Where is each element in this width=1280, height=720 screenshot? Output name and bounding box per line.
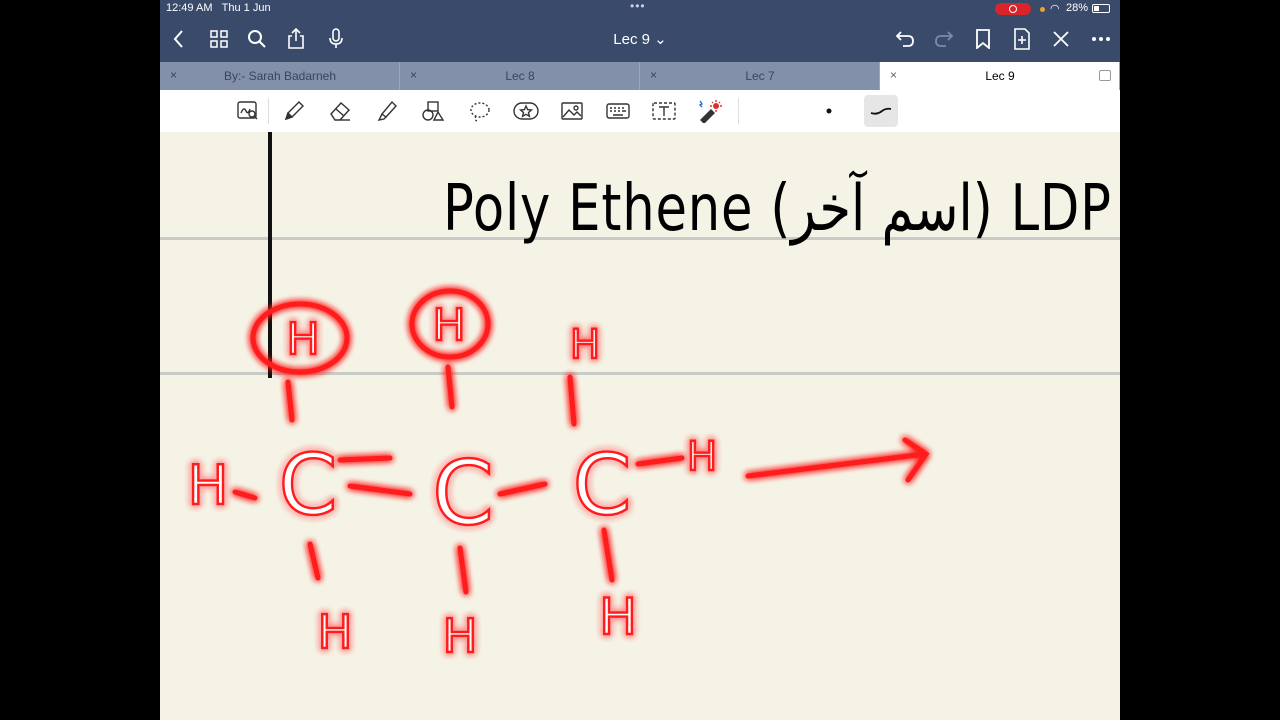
molecule-atom-label: H: [318, 605, 353, 659]
molecule-atom-label: C: [279, 436, 338, 534]
battery-percent: 28%: [1066, 2, 1089, 14]
tab-label: Lec 9: [985, 69, 1015, 83]
bond-line: [307, 541, 321, 581]
molecule-atom-label: C: [573, 436, 632, 534]
molecule-atom-label: H: [599, 588, 637, 646]
note-page[interactable]: Poly Ethene (اسم آخر) LDP H H H H H C C …: [160, 132, 1120, 720]
battery-icon: [1092, 4, 1110, 13]
share-icon[interactable]: [281, 24, 311, 54]
molecule-atom-label: H: [443, 609, 478, 663]
redo-icon[interactable]: [929, 24, 959, 54]
reaction-arrow: [745, 437, 930, 483]
shapes-icon[interactable]: [418, 96, 448, 126]
zoom-window-icon[interactable]: [233, 96, 263, 126]
undo-icon[interactable]: [890, 24, 920, 54]
status-bar: 12:49 AM Thu 1 Jun ••• ◠ 28%: [160, 0, 1120, 18]
multitask-dots[interactable]: •••: [630, 0, 646, 13]
tab-bar: × By:- Sarah Badarneh × Lec 8 × Lec 7 × …: [160, 62, 1120, 90]
keyboard-icon[interactable]: [603, 96, 633, 126]
screen-recording-icon: [995, 3, 1031, 15]
tab-lec-9[interactable]: × Lec 9: [880, 62, 1120, 90]
molecule-atom-label: H: [570, 322, 600, 368]
grid-icon[interactable]: [204, 24, 234, 54]
tab-label: Lec 7: [745, 69, 775, 83]
wifi-icon: ◠: [1050, 3, 1060, 15]
pen-icon[interactable]: [279, 96, 309, 126]
molecule-atom-label: H: [188, 454, 229, 517]
eraser-icon[interactable]: [325, 96, 355, 126]
bookmark-icon[interactable]: [968, 24, 998, 54]
highlighter-icon[interactable]: [372, 96, 402, 126]
tab-by-sarah-badarneh[interactable]: × By:- Sarah Badarneh: [160, 62, 400, 90]
status-time: 12:49 AM Thu 1 Jun: [166, 2, 271, 14]
molecule-drawing: H H H H H C C C H H H: [186, 288, 930, 664]
tab-lec-8[interactable]: × Lec 8: [400, 62, 640, 90]
bond-line: [232, 489, 258, 501]
double-bond: [337, 455, 413, 497]
pen-size-small-icon[interactable]: [814, 96, 844, 126]
molecule-atom-label: H: [432, 300, 465, 351]
lasso-icon[interactable]: [465, 96, 495, 126]
sticker-icon[interactable]: [511, 96, 541, 126]
molecule-atom-label: H: [286, 314, 319, 365]
laser-pointer-icon[interactable]: [695, 96, 725, 126]
nav-bar: Lec 9 ⌄: [160, 18, 1120, 62]
text-box-icon[interactable]: [649, 96, 679, 126]
bond-line: [635, 455, 685, 467]
bond-line: [445, 364, 455, 410]
more-icon[interactable]: [1086, 24, 1116, 54]
close-icon[interactable]: [1046, 24, 1076, 54]
toolbar-divider: [738, 98, 739, 124]
mic-in-use-indicator: [1040, 7, 1045, 12]
bond-line: [457, 545, 469, 595]
tab-label: Lec 8: [505, 69, 535, 83]
toolbar-divider: [268, 98, 269, 124]
tab-lec-7[interactable]: × Lec 7: [640, 62, 880, 90]
pen-style-stroke-icon[interactable]: [864, 95, 898, 127]
page-thumbnail-icon[interactable]: [1099, 70, 1111, 81]
image-icon[interactable]: [557, 96, 587, 126]
microphone-icon[interactable]: [321, 24, 351, 54]
ipad-screen: 12:49 AM Thu 1 Jun ••• ◠ 28% Lec 9 ⌄ × B…: [160, 0, 1120, 720]
bond-line: [601, 527, 615, 583]
molecule-atom-label: H: [687, 434, 717, 480]
bond-line: [497, 481, 548, 497]
molecule-atom-label: C: [432, 442, 493, 545]
chevron-left-icon[interactable]: [164, 24, 194, 54]
tab-label: By:- Sarah Badarneh: [223, 69, 337, 83]
bond-line: [567, 374, 577, 427]
document-title-menu[interactable]: Lec 9 ⌄: [590, 30, 690, 48]
drawing-toolbar: [160, 90, 1120, 133]
bond-line: [285, 379, 295, 423]
add-page-icon[interactable]: [1007, 24, 1037, 54]
search-icon[interactable]: [242, 24, 272, 54]
